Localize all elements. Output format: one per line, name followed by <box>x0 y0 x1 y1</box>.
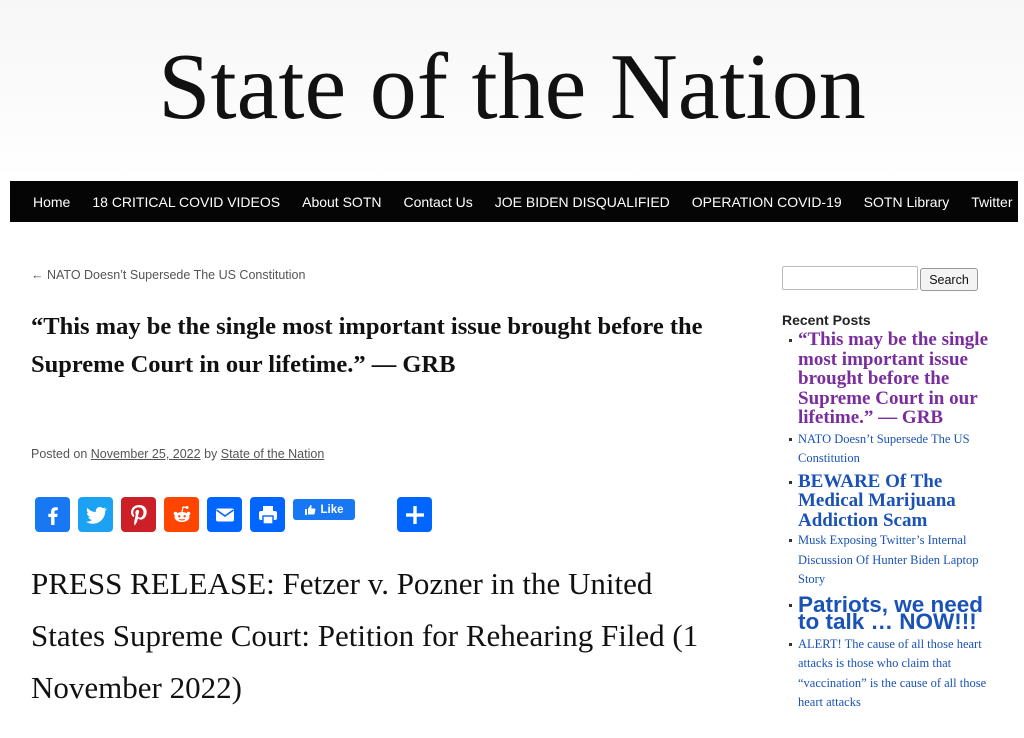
nav-home[interactable]: Home <box>33 194 70 210</box>
reddit-icon <box>173 505 190 522</box>
nav-joe-biden[interactable]: JOE BIDEN DISQUALIFIED <box>495 194 670 210</box>
twitter-icon <box>85 506 107 524</box>
email-icon <box>215 508 234 521</box>
facebook-share-button[interactable] <box>35 497 70 532</box>
search-input[interactable] <box>782 266 918 290</box>
recent-post-link[interactable]: ALERT! The cause of all those heart atta… <box>789 635 999 713</box>
pinterest-icon <box>130 504 147 526</box>
recent-post-link[interactable]: Patriots, we need to talk … NOW!!! <box>789 593 999 635</box>
email-share-button[interactable] <box>207 497 242 532</box>
by-label: by <box>204 447 218 461</box>
nav-contact[interactable]: Contact Us <box>403 194 472 210</box>
share-bar: Like <box>35 497 455 533</box>
nav-twitter[interactable]: Twitter <box>971 194 1012 210</box>
nav-about[interactable]: About SOTN <box>302 194 381 210</box>
recent-post-link[interactable]: NATO Doesn’t Supersede The US Constituti… <box>789 430 999 469</box>
masthead: State of the Nation <box>0 0 1024 180</box>
recent-post-link[interactable]: Musk Exposing Twitter’s Internal Discuss… <box>789 531 999 590</box>
post-title: “This may be the single most important i… <box>31 313 703 378</box>
search-button[interactable]: Search <box>920 268 978 291</box>
more-share-button[interactable] <box>397 497 432 532</box>
pinterest-share-button[interactable] <box>121 497 156 532</box>
twitter-share-button[interactable] <box>78 497 113 532</box>
nav-covid-videos[interactable]: 18 CRITICAL COVID VIDEOS <box>92 194 280 210</box>
print-icon <box>258 505 277 525</box>
like-label: Like <box>320 503 344 516</box>
main-nav: Home 18 CRITICAL COVID VIDEOS About SOTN… <box>10 181 1018 222</box>
press-release-headline: PRESS RELEASE: Fetzer v. Pozner in the U… <box>31 566 699 705</box>
thumbs-up-icon <box>305 504 316 515</box>
print-share-button[interactable] <box>250 497 285 532</box>
site-title[interactable]: State of the Nation <box>0 32 1024 142</box>
facebook-like-button[interactable]: Like <box>293 499 355 520</box>
recent-posts-heading: Recent Posts <box>782 312 871 328</box>
post-date-link[interactable]: November 25, 2022 <box>91 447 201 461</box>
recent-post-link[interactable]: “This may be the single most important i… <box>789 330 999 428</box>
posted-on-label: Posted on <box>31 447 88 461</box>
reddit-share-button[interactable] <box>164 497 199 532</box>
recent-posts-list: “This may be the single most important i… <box>789 330 999 713</box>
nav-library[interactable]: SOTN Library <box>864 194 950 210</box>
facebook-icon <box>47 506 58 525</box>
previous-post-link[interactable]: ← NATO Doesn’t Supersede The US Constitu… <box>31 268 305 282</box>
author-link[interactable]: State of the Nation <box>221 447 325 461</box>
add-share-icon <box>405 505 424 524</box>
post-meta: Posted on November 25, 2022 by State of … <box>31 447 324 461</box>
recent-post-link[interactable]: BEWARE Of The Medical Marijuana Addictio… <box>789 471 999 531</box>
nav-operation-covid[interactable]: OPERATION COVID-19 <box>692 194 842 210</box>
